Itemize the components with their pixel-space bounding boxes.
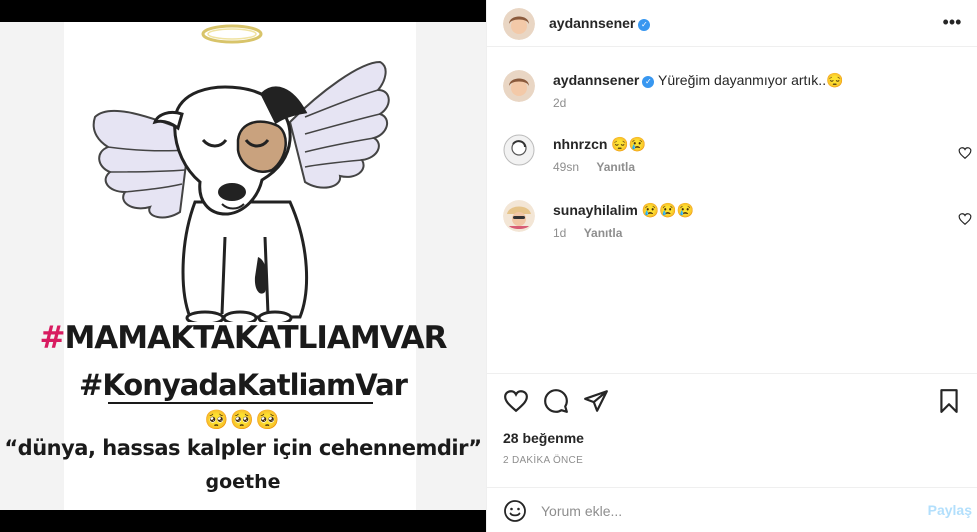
caption-text-row: aydannsener ✓ Yüreğim dayanmıyor artık..😔 <box>553 72 844 89</box>
reply-button[interactable]: Yanıtla <box>584 226 623 240</box>
comment-text-row: nhnrzcn 😔😢 <box>553 136 646 153</box>
comment-text-row: sunayhilalim 😢😢😢 <box>553 202 694 219</box>
comment-heart-icon[interactable] <box>958 212 972 226</box>
comment-time[interactable]: 1d <box>553 226 566 240</box>
comment-text: 😔😢 <box>611 136 647 152</box>
paper-plane-icon[interactable] <box>583 388 609 414</box>
comment-heart-icon[interactable] <box>958 146 972 160</box>
pleading-emojis: 🥺🥺🥺 <box>204 410 282 431</box>
media-quote: “dünya, hassas kalpler için cehennemdir” <box>4 436 482 460</box>
post-container: #MAMAKTAKATLIAMVAR #KonyadaKatliamVar 🥺🥺… <box>0 0 977 532</box>
dog-body <box>181 200 309 319</box>
comment-meta: 49sn Yanıtla <box>553 160 649 174</box>
comment-time[interactable]: 49sn <box>553 160 579 174</box>
likes-count[interactable]: 28 beğenme <box>503 430 584 446</box>
hashtag-mamakta-text: MAMAKTAKATLIAMVAR <box>64 320 447 356</box>
verified-badge-icon: ✓ <box>642 76 655 88</box>
post-side-panel: aydannsener ✓ ••• aydannsener ✓ Yüreğim da… <box>486 0 977 532</box>
smiley-icon[interactable] <box>503 499 527 523</box>
comment-avatar[interactable] <box>503 200 535 232</box>
heart-icon[interactable] <box>503 388 529 414</box>
hashtag-underline <box>108 402 373 404</box>
author-username-row: aydannsener ✓ <box>549 15 651 33</box>
comment-meta: 1d Yanıtla <box>553 226 636 240</box>
comment-username[interactable]: nhnrzcn <box>553 136 607 152</box>
caption-username[interactable]: aydannsener <box>553 72 639 88</box>
post-media[interactable]: #MAMAKTAKATLIAMVAR #KonyadaKatliamVar 🥺🥺… <box>0 0 486 532</box>
bookmark-icon[interactable] <box>936 388 962 414</box>
post-comment-button[interactable]: Paylaş <box>928 502 972 518</box>
angel-dog-illustration <box>92 24 390 322</box>
hashtag-mamakta: #MAMAKTAKATLIAMVAR <box>0 320 486 356</box>
media-image: #MAMAKTAKATLIAMVAR #KonyadaKatliamVar 🥺🥺… <box>0 22 486 510</box>
author-avatar[interactable] <box>503 8 535 40</box>
caption-time[interactable]: 2d <box>553 96 566 110</box>
comment-input[interactable] <box>541 500 901 522</box>
reply-button[interactable]: Yanıtla <box>596 160 635 174</box>
author-username[interactable]: aydannsener <box>549 15 635 31</box>
post-header: aydannsener ✓ ••• <box>487 0 977 47</box>
actions-divider <box>487 373 977 374</box>
post-timestamp[interactable]: 2 DAKİKA ÖNCE <box>503 455 583 466</box>
hashtag-konyada: #KonyadaKatliamVar <box>79 368 408 402</box>
media-quote-author: goethe <box>205 471 281 493</box>
caption-text: Yüreğim dayanmıyor artık..😔 <box>658 72 844 88</box>
caption-avatar[interactable] <box>503 70 535 102</box>
verified-badge-icon: ✓ <box>638 19 651 31</box>
comment-text: 😢😢😢 <box>641 202 694 218</box>
comment-avatar[interactable] <box>503 134 535 166</box>
hashtag-pound: # <box>39 320 65 356</box>
more-options-icon[interactable]: ••• <box>942 13 962 34</box>
add-comment-bar: Paylaş <box>487 487 977 532</box>
comment-username[interactable]: sunayhilalim <box>553 202 638 218</box>
comment-icon[interactable] <box>543 388 569 414</box>
caption-meta: 2d <box>553 96 580 110</box>
